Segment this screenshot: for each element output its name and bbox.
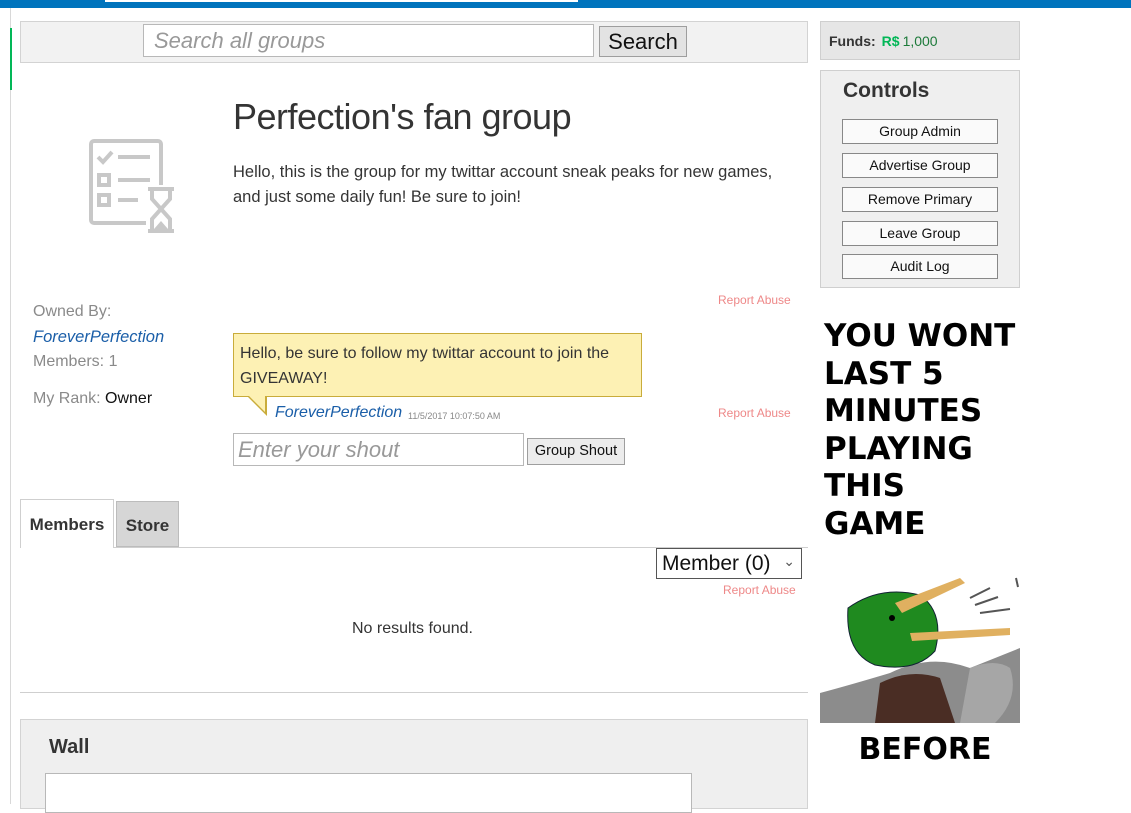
robux-icon: R$ [881, 33, 900, 49]
top-search-field[interactable] [105, 0, 578, 2]
group-title: Perfection's fan group [233, 96, 572, 137]
left-sidebar-edge [0, 8, 11, 804]
group-admin-button[interactable]: Group Admin [842, 119, 998, 144]
report-abuse-link-group[interactable]: Report Abuse [718, 293, 791, 307]
shout-author-link[interactable]: ForeverPerfection [275, 404, 402, 422]
members-count: Members: 1 [33, 353, 118, 370]
my-rank-label: My Rank: [33, 390, 101, 407]
ad-line: YOU WONT [824, 318, 1016, 354]
group-shout-bubble: Hello, be sure to follow my twittar acco… [233, 333, 642, 397]
wall-title: Wall [49, 736, 90, 758]
duck-cartoon-image [820, 577, 1020, 723]
my-rank-value: Owner [105, 390, 153, 407]
report-abuse-link-shout[interactable]: Report Abuse [718, 406, 791, 420]
advertise-group-button[interactable]: Advertise Group [842, 153, 998, 178]
controls-title: Controls [843, 79, 930, 102]
section-divider [20, 692, 808, 693]
sidebar-advertisement[interactable]: YOU WONT LAST 5 MINUTES PLAYING THIS GAM… [820, 318, 1020, 770]
group-emblem-placeholder-icon [89, 139, 176, 235]
group-shout-button[interactable]: Group Shout [527, 438, 625, 465]
my-rank: My Rank: Owner [33, 390, 152, 408]
rank-filter-value: Member (0) [662, 552, 771, 575]
rank-filter-select[interactable]: Member (0) ⌄ [656, 548, 802, 579]
ad-headline: YOU WONT LAST 5 MINUTES PLAYING THIS GAM… [824, 318, 1020, 543]
funds-panel: Funds: R$ 1,000 [820, 21, 1020, 60]
remove-primary-button[interactable]: Remove Primary [842, 187, 998, 212]
ad-line: LAST 5 [824, 355, 944, 392]
tab-members[interactable]: Members [20, 499, 114, 548]
search-groups-input[interactable]: Search all groups [143, 24, 594, 57]
leave-group-button[interactable]: Leave Group [842, 221, 998, 246]
tab-store[interactable]: Store [116, 501, 179, 547]
chevron-down-icon: ⌄ [783, 553, 795, 569]
left-sidebar-indicator [10, 28, 12, 90]
search-button[interactable]: Search [599, 26, 687, 57]
ad-line: MINUTES [824, 393, 983, 429]
shout-bubble-tail-inner [249, 396, 265, 412]
funds-amount: 1,000 [902, 33, 938, 49]
audit-log-button[interactable]: Audit Log [842, 254, 998, 279]
report-abuse-link-members[interactable]: Report Abuse [723, 583, 796, 597]
ad-caption: BEFORE [858, 732, 992, 767]
ad-line: THIS [824, 468, 905, 504]
owner-link[interactable]: ForeverPerfection [33, 328, 164, 347]
shout-timestamp: 11/5/2017 10:07:50 AM [408, 411, 501, 421]
no-results-message: No results found. [352, 620, 473, 637]
wall-post-input[interactable] [45, 773, 692, 813]
shout-input[interactable]: Enter your shout [233, 433, 524, 466]
funds-label: Funds: [829, 33, 876, 49]
ad-line: GAME [824, 505, 926, 542]
ad-line: PLAYING [824, 430, 973, 467]
owned-by-label: Owned By: [33, 303, 112, 320]
group-description: Hello, this is the group for my twittar … [233, 163, 773, 206]
